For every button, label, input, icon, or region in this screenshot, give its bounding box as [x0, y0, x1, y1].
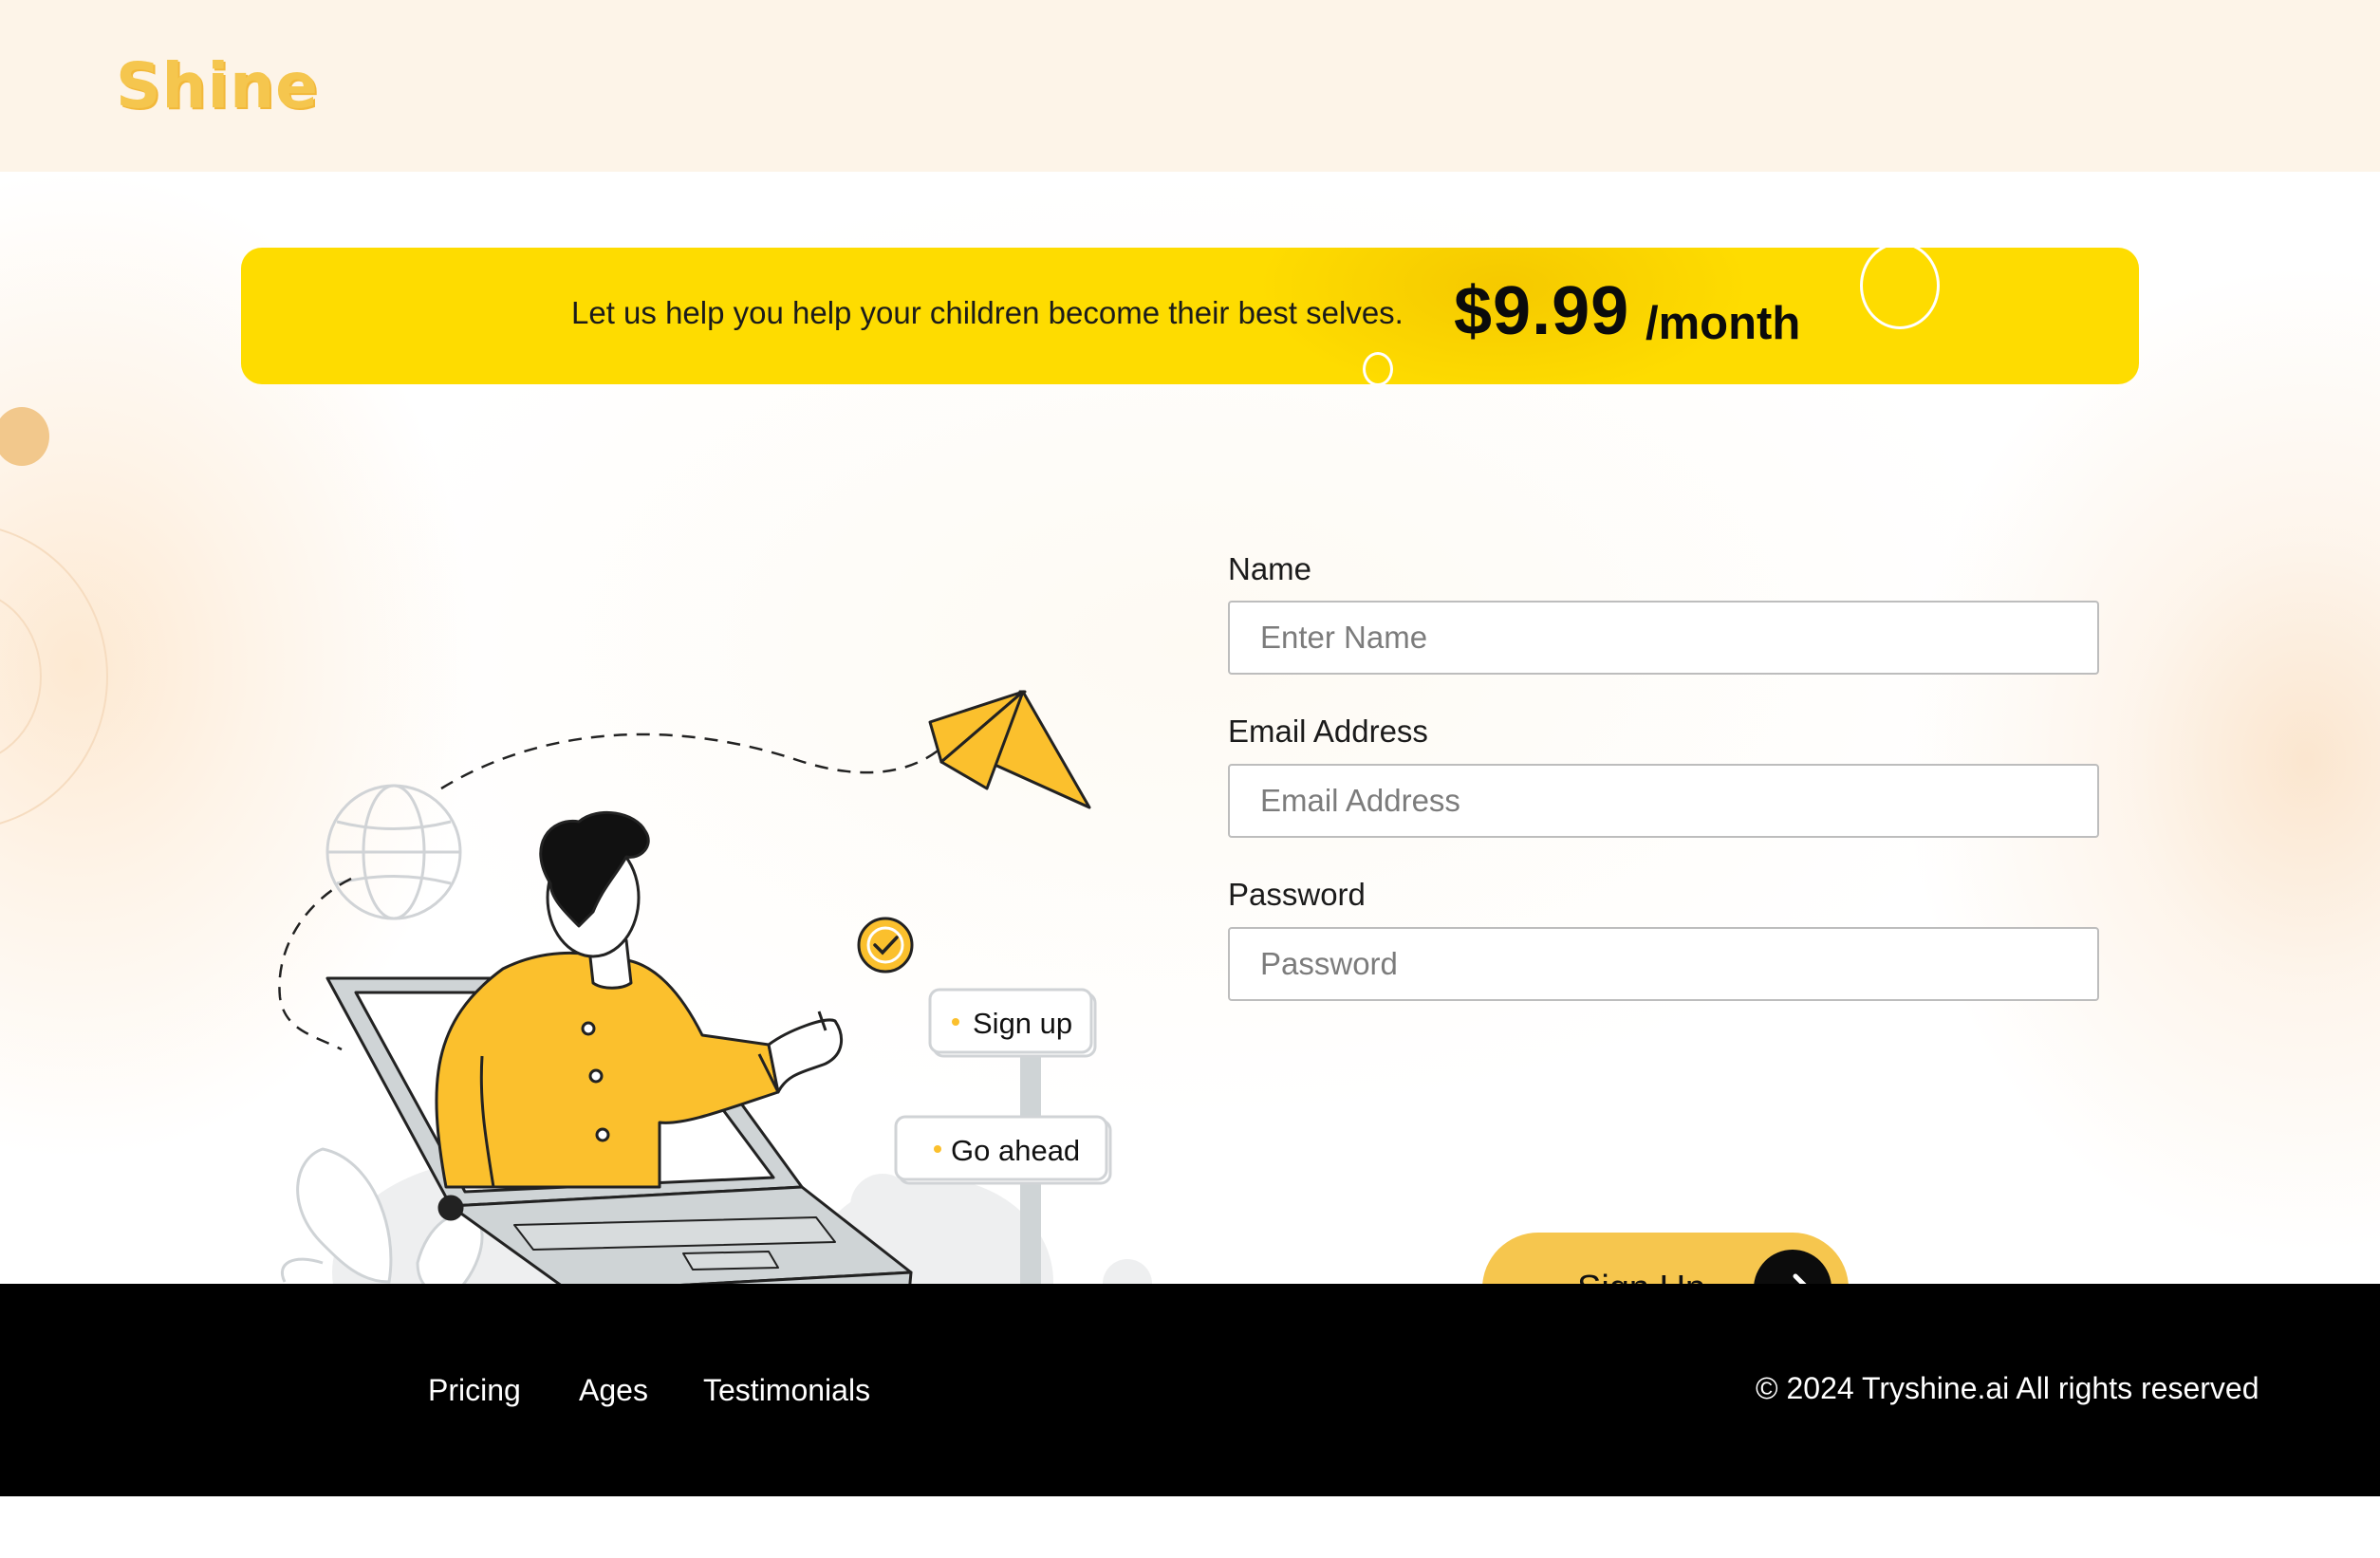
- signup-button-label: Sign Up: [1577, 1269, 1705, 1284]
- dashed-flight-path: [440, 733, 950, 790]
- globe-icon: [325, 784, 462, 920]
- sign-bubble-signup: Sign up: [928, 988, 1097, 1058]
- email-field[interactable]: [1228, 764, 2099, 838]
- main-content: Let us help you help your children becom…: [0, 172, 2380, 1284]
- password-field[interactable]: [1228, 927, 2099, 1001]
- signup-illustration: Sign up Go ahead: [278, 690, 1152, 1284]
- paper-plane-icon: [928, 690, 1091, 809]
- banner-price-period: /month: [1646, 298, 1801, 349]
- sign-bubble-goahead: Go ahead: [894, 1115, 1112, 1185]
- name-label: Name: [1228, 551, 1312, 586]
- site-footer: Pricing Ages Testimonials © 2024 Tryshin…: [0, 1284, 2380, 1496]
- copyright-text: © 2024 Tryshine.ai All rights reserved: [1756, 1371, 2259, 1405]
- site-header: Shine: [0, 0, 2380, 172]
- footer-link-testimonials[interactable]: Testimonials: [703, 1373, 870, 1408]
- banner-ring-decoration: [1860, 248, 1940, 329]
- pricing-banner: Let us help you help your children becom…: [241, 248, 2139, 384]
- check-circle-icon: [857, 917, 914, 974]
- logo[interactable]: Shine: [116, 49, 319, 122]
- name-field[interactable]: [1228, 601, 2099, 675]
- email-label: Email Address: [1228, 714, 1428, 749]
- sign-bubble-signup-text: Sign up: [973, 1007, 1072, 1040]
- sign-bubble-goahead-text: Go ahead: [951, 1134, 1080, 1167]
- banner-ring-small-decoration: [1363, 352, 1393, 384]
- signup-button[interactable]: Sign Up: [1482, 1233, 1849, 1284]
- banner-price: $9.99: [1454, 273, 1630, 349]
- person-illustration: [435, 810, 844, 1189]
- banner-tagline: Let us help you help your children becom…: [571, 295, 1404, 330]
- arrow-right-icon: [1754, 1250, 1831, 1284]
- footer-link-ages[interactable]: Ages: [579, 1373, 648, 1408]
- decorative-dot: [0, 407, 49, 466]
- footer-link-pricing[interactable]: Pricing: [428, 1373, 521, 1408]
- password-label: Password: [1228, 877, 1366, 912]
